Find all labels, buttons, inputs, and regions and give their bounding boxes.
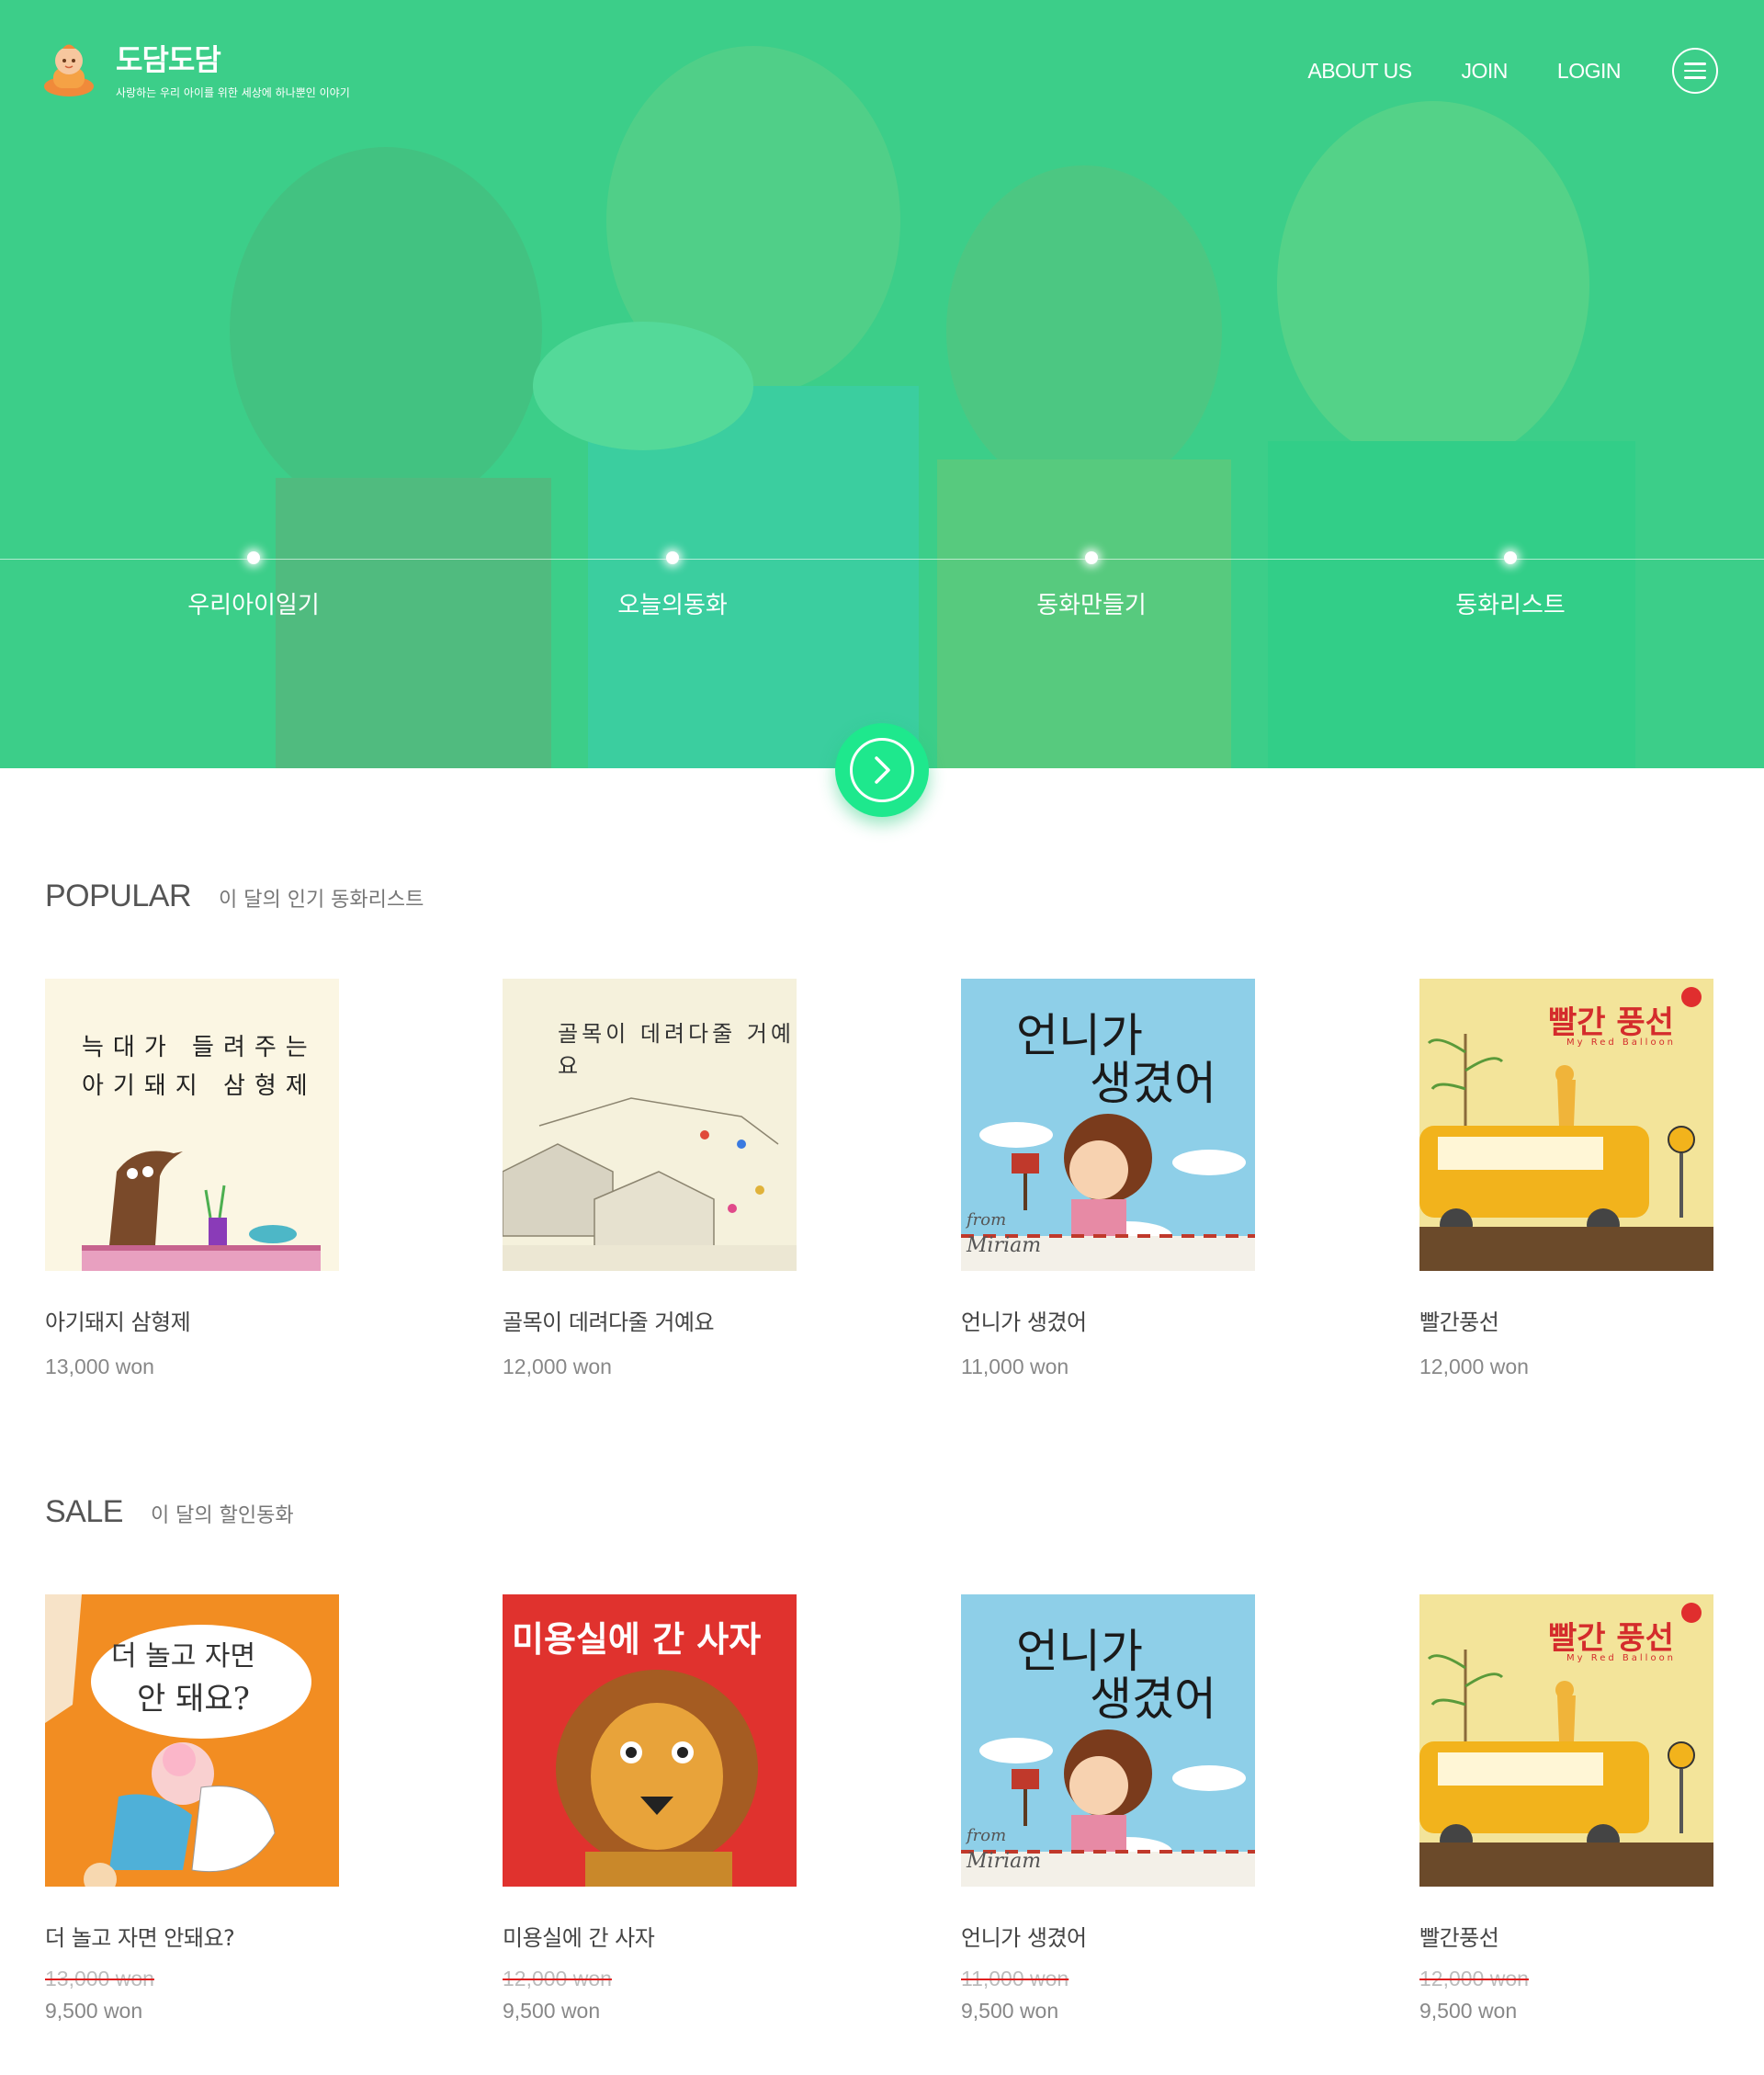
category-dot	[1504, 551, 1517, 564]
hero-category-make[interactable]: 동화만들기	[954, 551, 1229, 620]
category-dot	[247, 551, 260, 564]
cover-title-line: from	[967, 1210, 1007, 1230]
brand-name: 도담도담	[116, 42, 221, 77]
cover-title-line: 늑대가 들려주는	[82, 1034, 317, 1061]
hamburger-icon[interactable]	[1672, 48, 1718, 94]
book-cover: 빨간 풍선 My Red Balloon	[1419, 1594, 1713, 1887]
sale-subtitle: 이 달의 할인동화	[150, 1504, 294, 1527]
book-title: 미용실에 간 사자	[503, 1925, 655, 1951]
next-button[interactable]	[835, 723, 929, 817]
hero-category-diary[interactable]: 우리아이일기	[116, 551, 391, 620]
book-card[interactable]: 골목이 데려다줄 거예요 골목이 데려다줄 거예요 12,000 won	[503, 979, 797, 1379]
cover-title-line: from	[967, 1826, 1007, 1845]
book-sale-price: 9,500 won	[45, 1999, 143, 2023]
book-cover: 늑대가 들려주는 아기돼지 삼형제	[45, 979, 339, 1271]
book-card[interactable]: 더 놀고 자면 안 돼요? 더 놀고 자면 안돼요? 13,000 won 9,…	[45, 1594, 339, 2024]
book-title: 언니가 생겼어	[961, 1310, 1087, 1335]
cover-title-line: 골목이 데려다줄 거예요	[558, 1021, 795, 1079]
book-cover: 골목이 데려다줄 거예요	[503, 979, 797, 1271]
book-cover: 언니가 생겼어 from Miriam	[961, 1594, 1255, 1887]
nav-about-us[interactable]: ABOUT US	[1307, 59, 1412, 84]
popular-title: POPULAR	[45, 879, 192, 913]
cover-art	[82, 1151, 321, 1271]
nav-join[interactable]: JOIN	[1462, 59, 1509, 84]
book-sale-price: 9,500 won	[961, 1999, 1059, 2023]
book-cover: 미용실에 간 사자	[503, 1594, 797, 1887]
cover-art	[1419, 1603, 1713, 1887]
category-dot	[666, 551, 679, 564]
book-card[interactable]: 언니가 생겼어 from Miriam 언니가 생겼어 11,000 won	[961, 979, 1255, 1379]
book-title: 빨간풍선	[1419, 1925, 1499, 1951]
category-dot	[1085, 551, 1098, 564]
cover-title-line: 미용실에 간 사자	[512, 1619, 762, 1660]
hero-category-today[interactable]: 오늘의동화	[535, 551, 810, 620]
cover-title-line: 안 돼요?	[137, 1681, 250, 1718]
book-sale-price: 9,500 won	[1419, 1999, 1518, 2023]
nav-login[interactable]: LOGIN	[1557, 59, 1622, 84]
book-original-price: 12,000 won	[1419, 1967, 1529, 1990]
cover-title-line: Miriam	[967, 1850, 1042, 1873]
book-card[interactable]: 미용실에 간 사자 미용실에 간 사자 12,000 won 9,500 won	[503, 1594, 797, 2024]
sale-title: SALE	[45, 1494, 123, 1529]
hero-category-list[interactable]: 동화리스트	[1373, 551, 1648, 620]
cover-title-line: Miriam	[967, 1234, 1042, 1257]
popular-subtitle: 이 달의 인기 동화리스트	[219, 889, 424, 912]
book-card[interactable]: 언니가 생겼어 from Miriam 언니가 생겼어 11,000 won 9…	[961, 1594, 1255, 2024]
chevron-right-icon	[875, 756, 890, 784]
book-sale-price: 9,500 won	[503, 1999, 601, 2023]
book-price: 11,000 won	[961, 1355, 1069, 1378]
book-price: 12,000 won	[503, 1355, 612, 1378]
hero-banner: 도담도담 사랑하는 우리 아이를 위한 세상에 하나뿐인 이야기 ABOUT U…	[0, 0, 1764, 768]
hero-overlay	[0, 0, 1764, 768]
sale-header: SALE 이 달의 할인동화	[45, 1494, 294, 1530]
book-original-price: 12,000 won	[503, 1967, 612, 1990]
category-label: 동화만들기	[1036, 592, 1147, 619]
cover-art	[1419, 987, 1713, 1271]
book-cover: 언니가 생겼어 from Miriam	[961, 979, 1255, 1271]
popular-header: POPULAR 이 달의 인기 동화리스트	[45, 879, 424, 914]
book-title: 아기돼지 삼형제	[45, 1310, 191, 1335]
category-label: 동화리스트	[1455, 592, 1566, 619]
book-title: 언니가 생겼어	[961, 1925, 1087, 1951]
book-cover: 더 놀고 자면 안 돼요?	[45, 1594, 339, 1887]
book-card[interactable]: 빨간 풍선 My Red Balloon 빨간풍선 12,000 won 9,5…	[1419, 1594, 1713, 2024]
book-cover: 빨간 풍선 My Red Balloon	[1419, 979, 1713, 1271]
cover-title-line: 아기돼지 삼형제	[82, 1072, 317, 1100]
book-card[interactable]: 빨간 풍선 My Red Balloon 빨간풍선 12,000 won	[1419, 979, 1713, 1379]
cover-art	[503, 1097, 797, 1271]
top-nav: ABOUT US JOIN LOGIN	[1307, 48, 1718, 94]
book-price: 13,000 won	[45, 1355, 154, 1378]
logo[interactable]: 도담도담 사랑하는 우리 아이를 위한 세상에 하나뿐인 이야기	[42, 37, 350, 100]
book-price: 12,000 won	[1419, 1355, 1529, 1378]
cover-title-line: 더 놀고 자면	[111, 1640, 256, 1672]
book-title: 골목이 데려다줄 거예요	[503, 1310, 715, 1335]
category-label: 우리아이일기	[187, 592, 320, 619]
category-label: 오늘의동화	[617, 592, 728, 619]
baby-logo-icon	[44, 44, 94, 96]
book-original-price: 11,000 won	[961, 1967, 1069, 1990]
book-card[interactable]: 늑대가 들려주는 아기돼지 삼형제 아기돼지 삼형제 13,000 won	[45, 979, 339, 1379]
book-title: 더 놀고 자면 안돼요?	[45, 1925, 235, 1951]
cover-art	[556, 1670, 758, 1887]
brand-tagline: 사랑하는 우리 아이를 위한 세상에 하나뿐인 이야기	[116, 86, 350, 99]
book-original-price: 13,000 won	[45, 1967, 154, 1990]
book-title: 빨간풍선	[1419, 1310, 1499, 1335]
